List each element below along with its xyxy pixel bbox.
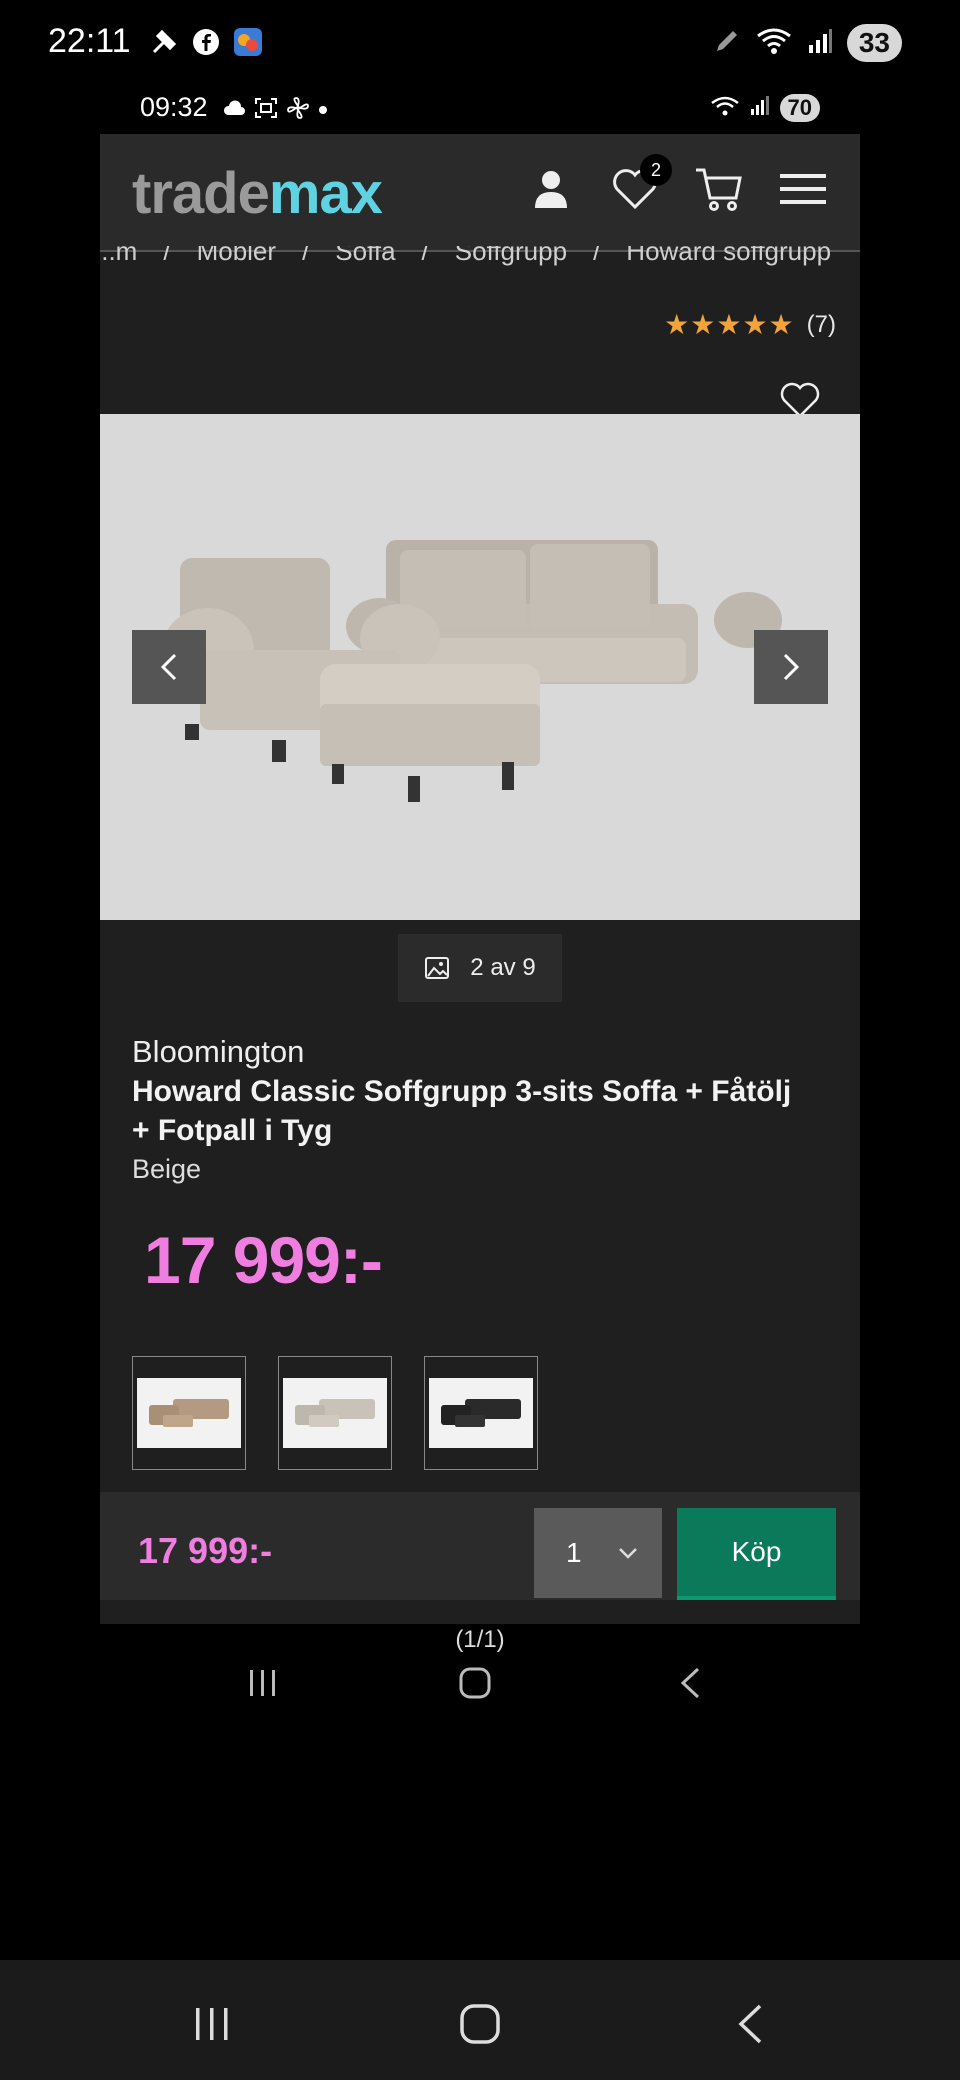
product-price: 17 999:- [144,1223,383,1297]
home-icon[interactable] [458,1666,492,1700]
fan-icon [286,96,310,125]
tool-icon [148,26,180,58]
logo-part-trade: trade [132,161,270,226]
breadcrumb-separator: / [421,246,429,266]
rating-count: (7) [806,310,836,338]
inner-clock: 09:32 [140,92,208,122]
pager-indicator: (1/1) [455,1626,505,1653]
product-brand[interactable]: Bloomington [132,1034,304,1070]
outer-notification-icons [148,26,264,58]
back-icon[interactable] [678,1666,702,1700]
logo-part-max: max [268,161,383,226]
breadcrumb-soffgrupp[interactable]: Soffgrupp [455,246,567,267]
screenshot-icon [254,97,278,124]
home-icon [460,2004,500,2044]
back-icon [738,2004,762,2044]
signal-icon [807,27,833,60]
inner-notification-icons [222,96,328,125]
variant-thumbnail [429,1378,533,1448]
variant-thumbnail [283,1378,387,1448]
back-button[interactable] [720,1994,780,2054]
gallery-prev-button[interactable] [132,630,206,704]
hamburger-icon [780,174,826,204]
wifi-icon [710,95,740,122]
image-counter-text: 2 av 9 [470,954,536,981]
image-icon [425,957,450,979]
product-page: trademax 2 ...m / [100,134,860,1624]
wishlist-count-badge: 2 [640,154,672,186]
image-counter-button[interactable]: 2 av 9 [398,934,562,1002]
home-button[interactable] [450,1994,510,2054]
breadcrumb-howard[interactable]: Howard soffgrupp [626,246,831,267]
wishlist-button[interactable]: 2 [610,154,672,214]
signal-icon [750,95,770,122]
breadcrumb-soffa[interactable]: Soffa [335,246,395,267]
gallery-next-button[interactable] [754,630,828,704]
user-icon [535,171,567,208]
variant-beige-brown[interactable] [132,1356,246,1470]
inner-battery-indicator: 70 [779,94,820,122]
breadcrumb-separator: / [593,246,601,266]
dot-icon [318,102,328,120]
account-button[interactable] [526,164,576,214]
cart-button[interactable] [694,164,744,214]
chevron-down-icon [619,1548,637,1559]
breadcrumb-mobler[interactable]: Möbler [197,246,276,267]
chevron-left-icon [160,653,177,681]
cart-icon [696,168,742,211]
menu-button[interactable] [778,164,828,214]
inner-nav-buttons [100,1662,860,1702]
facebook-icon [190,26,222,58]
breadcrumb-separator: / [302,246,310,266]
wifi-icon [755,26,793,61]
outer-navigation-bar [0,1960,960,2080]
quantity-select[interactable]: 1 [534,1508,662,1598]
outer-battery-indicator: 33 [846,24,902,62]
product-rating[interactable]: ★★★★★ (7) [664,308,836,341]
quantity-value: 1 [566,1537,582,1568]
cloud-icon [222,99,246,122]
variant-black[interactable] [424,1356,538,1470]
recent-apps-button[interactable] [182,1994,242,2054]
buybar-price: 17 999:- [138,1530,273,1571]
variant-selector [132,1356,538,1470]
breadcrumb-separator: / [163,246,171,266]
variant-beige-light[interactable] [278,1356,392,1470]
inner-system-icons: 70 [710,94,820,122]
buy-button[interactable]: Köp [677,1508,836,1600]
outer-clock: 22:11 [48,22,131,60]
product-image-gallery[interactable] [100,414,860,920]
pen-icon [713,27,741,60]
trademax-logo[interactable]: trademax [132,160,383,227]
outer-system-icons: 33 [713,24,902,62]
product-color: Beige [132,1154,202,1184]
variant-thumbnail [137,1378,241,1448]
site-header: trademax 2 [100,134,860,252]
inner-status-bar: 09:32 70 [100,84,860,134]
app-game-icon [232,26,264,58]
recent-apps-icon [196,2008,228,2040]
sofa-set-image [100,414,860,920]
outer-status-bar: 22:11 33 [0,0,960,90]
rating-stars: ★★★★★ [664,309,795,340]
sticky-buy-bar: 17 999:- 1 Köp [100,1492,860,1600]
header-actions: 2 [526,154,828,214]
chevron-right-icon [783,653,800,681]
product-title: Howard Classic Soffgrupp 3-sits Soffa + … [132,1075,792,1147]
recent-apps-icon[interactable] [248,1668,278,1698]
breadcrumb-home[interactable]: ...m [100,246,137,267]
breadcrumb: ...m / Möbler / Soffa / Soffgrupp / Howa… [100,246,860,274]
embedded-screen: 09:32 70 trademax 2 ..m / Möbler / Soffa… [100,84,860,1724]
